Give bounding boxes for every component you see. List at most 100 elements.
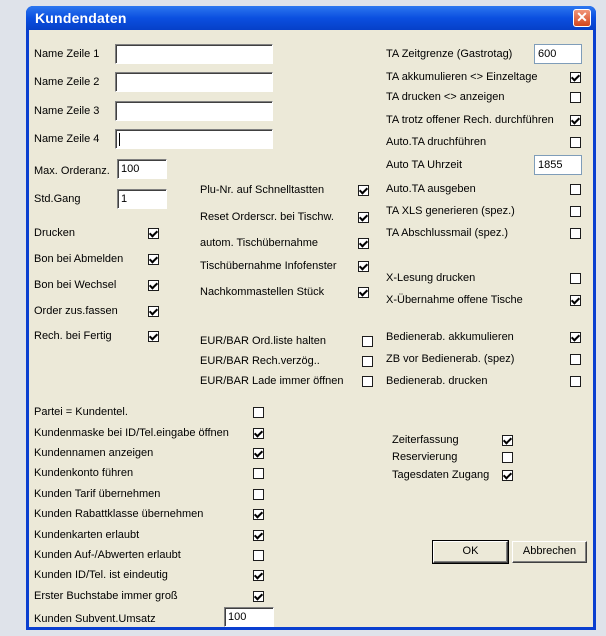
- ta-option-checkbox[interactable]: [570, 228, 581, 239]
- bediener-checkbox[interactable]: [570, 354, 581, 365]
- name-line-3-input[interactable]: [115, 101, 273, 121]
- kunden-option-checkbox[interactable]: [253, 407, 264, 418]
- bediener-checkbox[interactable]: [570, 332, 581, 343]
- eur-option-label: EUR/BAR Rech.verzög..: [200, 355, 320, 367]
- kunden-option-checkbox[interactable]: [253, 428, 264, 439]
- xlesung-label: X-Lesung drucken: [386, 272, 476, 284]
- std-gang-input[interactable]: 1: [117, 189, 167, 209]
- ta-option-label: TA akkumulieren <> Einzeltage: [386, 71, 538, 83]
- eur-option-checkbox[interactable]: [362, 356, 373, 367]
- kunden-option-label: Kunden Auf-/Abwerten erlaubt: [34, 549, 181, 561]
- name-line-1-input[interactable]: [115, 44, 273, 64]
- ta-option-checkbox[interactable]: [570, 72, 581, 83]
- left-option-label: Drucken: [34, 227, 75, 239]
- kunden-option-label: Kunden Tarif übernehmen: [34, 488, 161, 500]
- name-line-label: Name Zeile 4: [34, 133, 100, 145]
- kunden-option-checkbox[interactable]: [253, 550, 264, 561]
- kunden-option-checkbox[interactable]: [253, 509, 264, 520]
- mid-option-label: Plu-Nr. auf Schnelltastten: [200, 184, 325, 196]
- left-option-checkbox[interactable]: [148, 306, 159, 317]
- ta-option-label: TA XLS generieren (spez.): [386, 205, 515, 217]
- misc-option-label: Reservierung: [392, 451, 458, 463]
- left-option-checkbox[interactable]: [148, 280, 159, 291]
- mid-option-label: Tischübernahme Infofenster: [200, 260, 337, 272]
- kunden-option-label: Partei = Kundentel.: [34, 406, 128, 418]
- ta-option-label: Auto.TA druchführen: [386, 136, 487, 148]
- misc-option-checkbox[interactable]: [502, 470, 513, 481]
- std-gang-label: Std.Gang: [34, 193, 81, 205]
- subvent-label: Kunden Subvent.Umsatz: [34, 613, 156, 625]
- dialog-content: Name Zeile 1 Name Zeile 2 Name Zeile 3 Name…: [29, 30, 593, 627]
- bediener-label: Bedienerab. akkumulieren: [386, 331, 514, 343]
- ok-button[interactable]: OK: [432, 540, 509, 564]
- name-line-label: Name Zeile 2: [34, 76, 100, 88]
- eur-option-label: EUR/BAR Ord.liste halten: [200, 335, 326, 347]
- max-orderanz-label: Max. Orderanz.: [34, 165, 110, 177]
- ta-option-label: TA Abschlussmail (spez.): [386, 227, 509, 239]
- eur-option-checkbox[interactable]: [362, 336, 373, 347]
- kunden-option-label: Kundenkarten erlaubt: [34, 529, 140, 541]
- mid-option-label: Reset Orderscr. bei Tischw.: [200, 211, 334, 223]
- ta-option-checkbox[interactable]: [570, 184, 581, 195]
- mid-option-checkbox[interactable]: [358, 185, 369, 196]
- cancel-button[interactable]: Abbrechen: [512, 541, 587, 563]
- eur-option-checkbox[interactable]: [362, 376, 373, 387]
- kunden-option-checkbox[interactable]: [253, 448, 264, 459]
- kunden-option-checkbox[interactable]: [253, 591, 264, 602]
- subvent-input[interactable]: 100: [224, 607, 274, 627]
- xlesung-label: X-Übernahme offene Tische: [386, 294, 523, 306]
- kunden-option-checkbox[interactable]: [253, 530, 264, 541]
- kunden-option-label: Kunden Rabattklasse übernehmen: [34, 508, 204, 520]
- kunden-option-label: Kundenkonto führen: [34, 467, 134, 479]
- left-option-label: Order zus.fassen: [34, 305, 118, 317]
- close-button[interactable]: ✕: [573, 9, 591, 27]
- max-orderanz-input[interactable]: 100: [117, 159, 167, 179]
- close-icon: ✕: [576, 9, 588, 25]
- auto-ta-uhrzeit-label: Auto TA Uhrzeit: [386, 159, 463, 171]
- mid-option-checkbox[interactable]: [358, 261, 369, 272]
- bediener-label: Bedienerab. drucken: [386, 375, 488, 387]
- kunden-option-label: Kunden ID/Tel. ist eindeutig: [34, 569, 168, 581]
- name-line-4-input[interactable]: [115, 129, 273, 149]
- left-option-label: Bon bei Wechsel: [34, 279, 117, 291]
- misc-option-label: Zeiterfassung: [392, 434, 459, 446]
- bediener-checkbox[interactable]: [570, 376, 581, 387]
- xlesung-checkbox[interactable]: [570, 273, 581, 284]
- ta-option-label: TA drucken <> anzeigen: [386, 91, 505, 103]
- ta-option-label: TA trotz offener Rech. durchführen: [386, 114, 554, 126]
- kunden-option-checkbox[interactable]: [253, 468, 264, 479]
- auto-ta-uhrzeit-input[interactable]: 1855: [534, 155, 582, 175]
- title-bar[interactable]: Kundendaten ✕: [26, 6, 596, 30]
- xlesung-checkbox[interactable]: [570, 295, 581, 306]
- ta-option-checkbox[interactable]: [570, 115, 581, 126]
- left-option-label: Rech. bei Fertig: [34, 330, 112, 342]
- mid-option-label: autom. Tischübernahme: [200, 237, 319, 249]
- left-option-checkbox[interactable]: [148, 331, 159, 342]
- bediener-label: ZB vor Bedienerab. (spez): [386, 353, 515, 365]
- kunden-option-label: Kundennamen anzeigen: [34, 447, 154, 459]
- window-title: Kundendaten: [35, 10, 127, 26]
- text-caret: [119, 132, 120, 146]
- mid-option-checkbox[interactable]: [358, 238, 369, 249]
- mid-option-checkbox[interactable]: [358, 212, 369, 223]
- ta-option-label: Auto.TA ausgeben: [386, 183, 476, 195]
- mid-option-label: Nachkommastellen Stück: [200, 286, 325, 298]
- name-line-2-input[interactable]: [115, 72, 273, 92]
- misc-option-checkbox[interactable]: [502, 452, 513, 463]
- left-option-checkbox[interactable]: [148, 254, 159, 265]
- kunden-option-label: Erster Buchstabe immer groß: [34, 590, 178, 602]
- left-option-checkbox[interactable]: [148, 228, 159, 239]
- kunden-option-checkbox[interactable]: [253, 489, 264, 500]
- misc-option-label: Tagesdaten Zugang: [392, 469, 490, 481]
- kunden-option-label: Kundenmaske bei ID/Tel.eingabe öffnen: [34, 427, 229, 439]
- ta-option-checkbox[interactable]: [570, 206, 581, 217]
- kunden-option-checkbox[interactable]: [253, 570, 264, 581]
- name-line-label: Name Zeile 1: [34, 48, 100, 60]
- eur-option-label: EUR/BAR Lade immer öffnen: [200, 375, 344, 387]
- ta-zeitgrenze-input[interactable]: 600: [534, 44, 582, 64]
- mid-option-checkbox[interactable]: [358, 287, 369, 298]
- ta-option-checkbox[interactable]: [570, 92, 581, 103]
- ta-option-checkbox[interactable]: [570, 137, 581, 148]
- left-option-label: Bon bei Abmelden: [34, 253, 124, 265]
- misc-option-checkbox[interactable]: [502, 435, 513, 446]
